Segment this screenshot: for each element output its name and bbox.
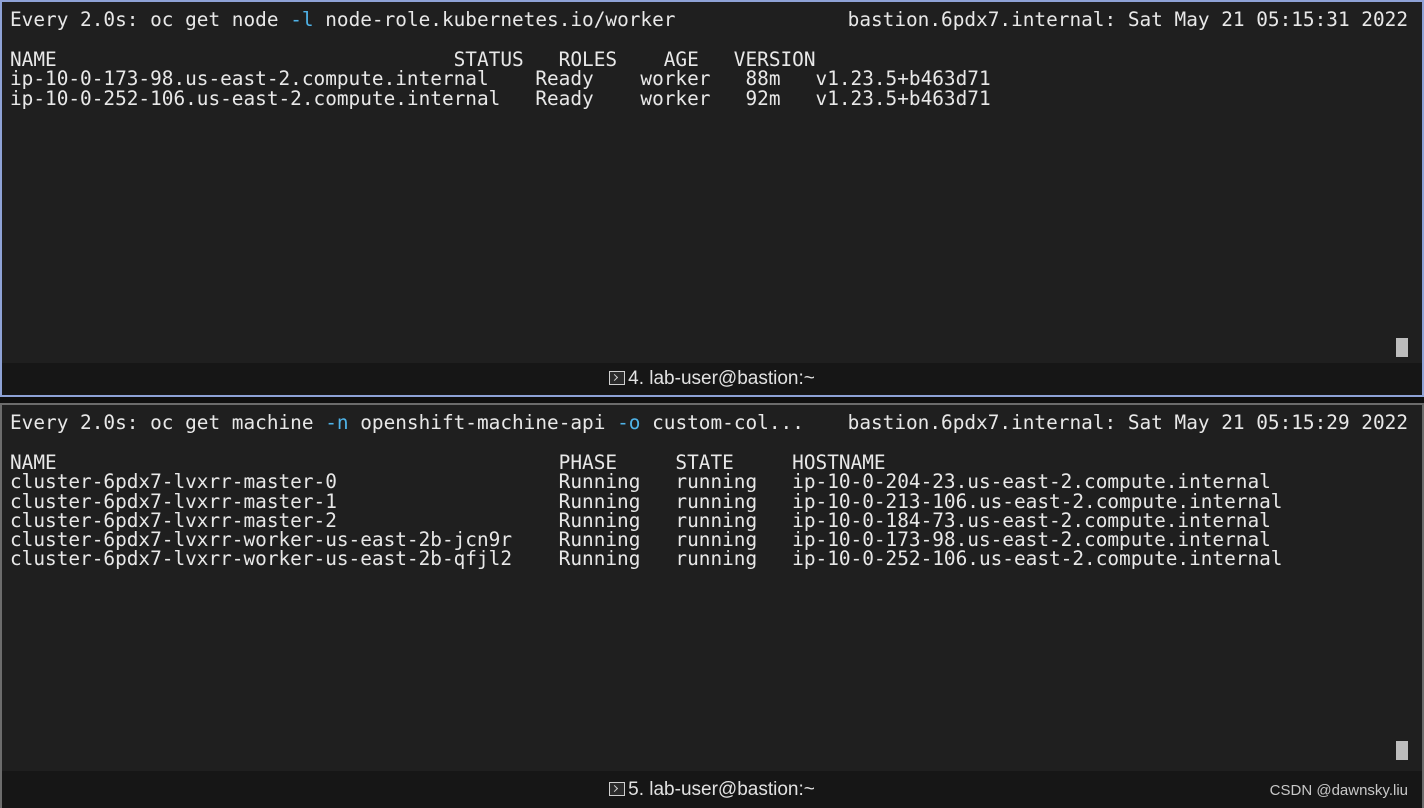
tab-bar-bottom[interactable]: 5. lab-user@bastion:~ CSDN @dawnsky.liu <box>2 771 1422 808</box>
watch-timestamp: bastion.6pdx7.internal: Sat May 21 05:15… <box>847 411 1408 434</box>
tab-title[interactable]: 4. lab-user@bastion:~ <box>628 368 815 390</box>
table-row: cluster-6pdx7-lvxrr-master-0 Running run… <box>10 470 1271 494</box>
table-row: ip-10-0-252-106.us-east-2.compute.intern… <box>10 86 991 110</box>
table-row: cluster-6pdx7-lvxrr-worker-us-east-2b-qf… <box>10 547 1283 571</box>
command-flag: -l <box>290 8 314 31</box>
terminal-icon <box>609 371 626 385</box>
watermark: CSDN @dawnsky.liu <box>1269 782 1408 799</box>
machine-table: NAME PHASE STATE HOSTNAME cluster-6pdx7-l… <box>2 453 1422 569</box>
command-flag-n: -n <box>325 411 349 434</box>
table-row: cluster-6pdx7-lvxrr-master-1 Running run… <box>10 489 1283 513</box>
terminal-pane-bottom[interactable]: Every 2.0s: oc get machine -n openshift-… <box>0 403 1424 808</box>
terminal-output-bottom[interactable]: Every 2.0s: oc get machine -n openshift-… <box>2 405 1422 771</box>
terminal-output-top[interactable]: Every 2.0s: oc get node -l node-role.kub… <box>2 2 1422 363</box>
tab-title[interactable]: 5. lab-user@bastion:~ <box>628 779 815 801</box>
command-prefix: Every 2.0s: oc get node <box>10 8 291 31</box>
terminal-cursor <box>1396 338 1408 357</box>
tab-bar-top[interactable]: 4. lab-user@bastion:~ <box>2 363 1422 395</box>
command-rest: custom-col... <box>640 411 804 434</box>
watch-timestamp: bastion.6pdx7.internal: Sat May 21 05:15… <box>847 8 1408 31</box>
command-prefix: Every 2.0s: oc get machine <box>10 411 326 434</box>
command-flag-o: -o <box>617 411 641 434</box>
terminal-cursor <box>1396 741 1408 760</box>
table-row: ip-10-0-173-98.us-east-2.compute.interna… <box>10 67 991 91</box>
terminal-pane-top[interactable]: Every 2.0s: oc get node -l node-role.kub… <box>0 0 1424 397</box>
node-table: NAME STATUS ROLES AGE VERSION ip-10-0-173… <box>2 50 1422 108</box>
command-mid: openshift-machine-api <box>348 411 618 434</box>
terminal-icon <box>609 781 626 796</box>
command-rest: node-role.kubernetes.io/worker <box>313 8 676 31</box>
